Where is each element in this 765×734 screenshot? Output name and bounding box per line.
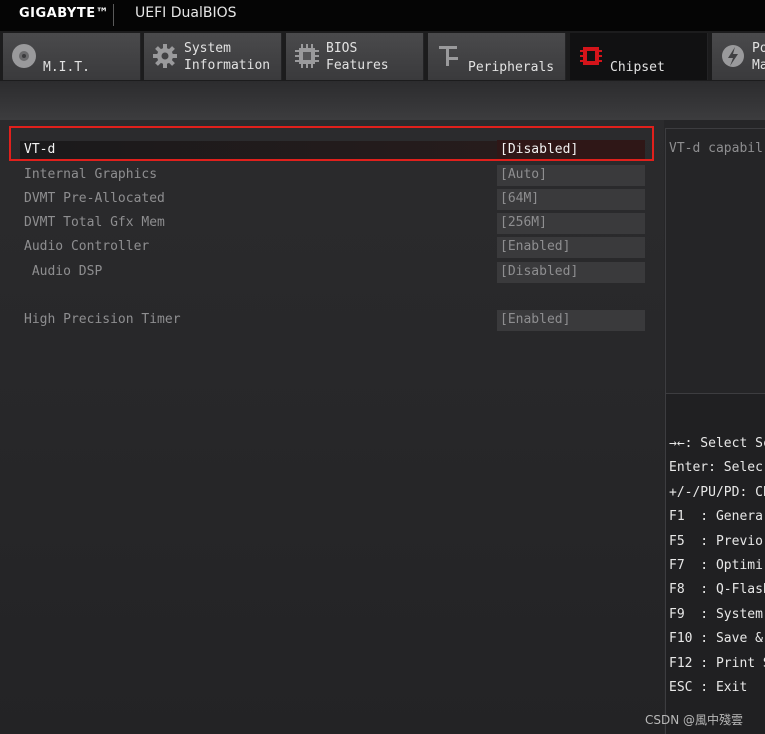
key-hint: Enter: Selec [669, 460, 763, 476]
key-hint: F9 : System [669, 606, 763, 622]
gigabyte-logo: GIGABYTE™ [19, 6, 110, 21]
help-description: VT-d capabil [669, 141, 763, 156]
key-hint: +/-/PU/PD: Ch [669, 484, 765, 500]
tab-label-line2: Features [326, 58, 389, 73]
product-title: UEFI DualBIOS [135, 5, 237, 21]
tab-power-management[interactable]: Po Ma [712, 33, 765, 80]
setting-value-audio-controller[interactable]: [Enabled] [497, 237, 645, 258]
key-hint: F8 : Q-Flash [669, 582, 765, 598]
help-description-panel: VT-d capabil [665, 128, 765, 394]
header-band [0, 81, 765, 120]
red-highlight-annotation [9, 126, 654, 161]
tab-mit[interactable]: M.I.T. [3, 33, 141, 80]
key-hint: F10 : Save & [669, 631, 763, 647]
setting-label-internal-graphics[interactable]: Internal Graphics [24, 165, 157, 184]
tab-bios-features[interactable]: BIOS Features [286, 33, 424, 80]
title-divider [113, 4, 114, 26]
tab-label-line2: M.I.T. [43, 60, 90, 75]
watermark: CSDN @風中殘雲 [645, 713, 744, 727]
tab-chipset[interactable]: Chipset [570, 33, 708, 80]
chipset-icon [580, 47, 602, 65]
title-bar: GIGABYTE™ UEFI DualBIOS [0, 0, 765, 31]
setting-label-audio-dsp[interactable]: Audio DSP [24, 262, 102, 281]
power-icon [722, 45, 744, 67]
key-hint: →←: Select Sc [669, 436, 765, 451]
key-hint: F1 : Genera [669, 509, 763, 525]
setting-value-high-precision-timer[interactable]: [Enabled] [497, 310, 645, 331]
plug-icon [439, 46, 458, 66]
key-legend: →←: Select Sc Enter: Selec +/-/PU/PD: Ch… [669, 432, 765, 700]
setting-label-audio-controller[interactable]: Audio Controller [24, 237, 149, 256]
setting-value-dvmt-total-gfx-mem[interactable]: [256M] [497, 213, 645, 234]
tab-bar: M.I.T. System Information BIOS Features … [0, 31, 765, 81]
tab-system-information[interactable]: System Information [144, 33, 282, 80]
key-hint: F12 : Print S [669, 655, 765, 671]
key-hint: F7 : Optimi [669, 558, 763, 574]
chip-icon [295, 44, 319, 68]
tab-label-line2: Information [184, 58, 271, 73]
setting-label-high-precision-timer[interactable]: High Precision Timer [24, 310, 181, 329]
setting-label-dvmt-pre-allocated[interactable]: DVMT Pre-Allocated [24, 189, 165, 208]
setting-value-audio-dsp[interactable]: [Disabled] [497, 262, 645, 283]
tab-label-line1: Po [752, 41, 765, 56]
tab-label-line2: Peripherals [468, 60, 555, 75]
tab-peripherals[interactable]: Peripherals [428, 33, 566, 80]
disc-icon [12, 44, 36, 68]
tab-label-line2: Ma [752, 58, 765, 73]
key-hint: F5 : Previo [669, 533, 763, 549]
tab-label-line1: BIOS [326, 41, 358, 56]
key-legend-panel: →←: Select Sc Enter: Selec +/-/PU/PD: Ch… [665, 394, 765, 734]
tab-label-line2: Chipset [610, 60, 665, 75]
setting-label-dvmt-total-gfx-mem[interactable]: DVMT Total Gfx Mem [24, 213, 165, 232]
tab-label-line1: System [184, 41, 231, 56]
gear-icon [153, 44, 177, 68]
setting-value-internal-graphics[interactable]: [Auto] [497, 165, 645, 186]
setting-value-dvmt-pre-allocated[interactable]: [64M] [497, 189, 645, 210]
key-hint: ESC : Exit [669, 680, 748, 696]
